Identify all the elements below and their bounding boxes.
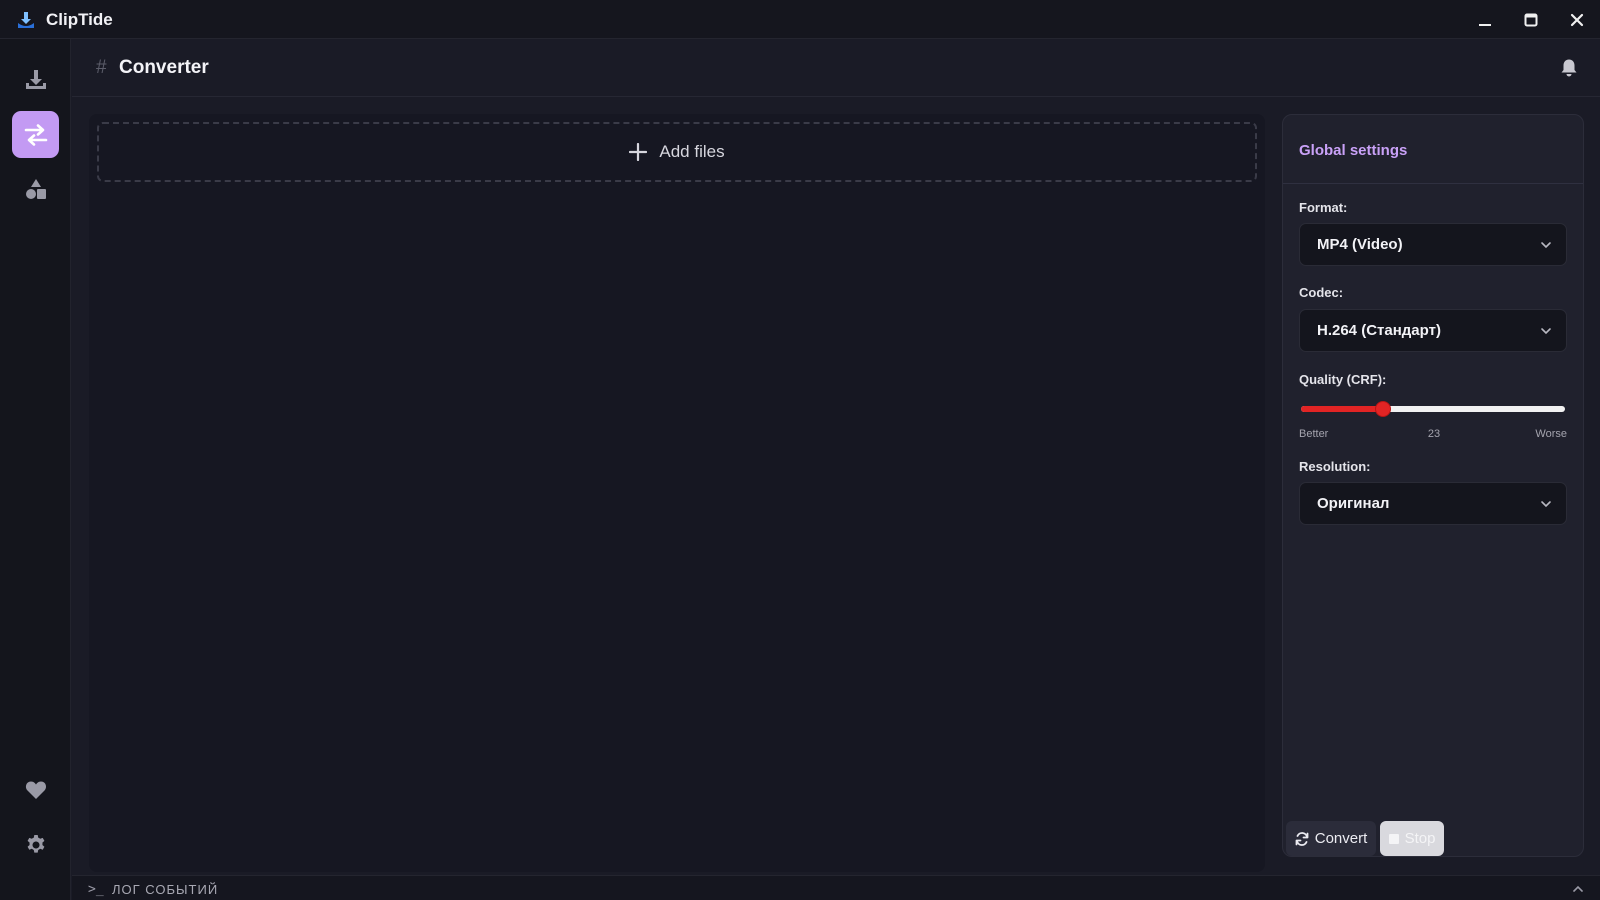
minimize-button[interactable] <box>1462 0 1508 39</box>
slider-fill <box>1301 406 1384 412</box>
chevron-down-icon <box>1541 501 1551 508</box>
format-select[interactable]: MP4 (Video) <box>1299 223 1567 266</box>
chevron-up-icon[interactable] <box>1572 883 1584 895</box>
resolution-label: Resolution: <box>1299 459 1371 474</box>
resolution-select[interactable]: Оригинал <box>1299 482 1567 525</box>
sidebar-item-support[interactable] <box>12 766 59 813</box>
plus-icon <box>629 143 648 161</box>
page-title: Converter <box>119 57 209 78</box>
close-icon <box>1570 13 1584 26</box>
chevron-down-icon <box>1541 328 1551 335</box>
quality-slider[interactable] <box>1301 401 1565 417</box>
event-log-label: ЛОГ СОБЫТИЙ <box>112 882 219 897</box>
sidebar-item-tools[interactable] <box>12 165 59 212</box>
convert-button[interactable]: Convert <box>1286 821 1376 856</box>
codec-label: Codec: <box>1299 285 1344 300</box>
convert-arrows-icon <box>24 123 47 146</box>
app-logo-icon <box>18 12 34 28</box>
heart-icon <box>25 781 46 799</box>
shapes-icon <box>25 178 46 199</box>
quality-max-label: Worse <box>1535 428 1567 440</box>
gear-icon <box>27 834 44 853</box>
quality-value: 23 <box>1427 428 1441 440</box>
hash-symbol: # <box>96 57 107 78</box>
bell-icon <box>1561 59 1577 77</box>
sidebar <box>0 39 71 900</box>
format-label: Format: <box>1299 200 1348 215</box>
quality-min-label: Better <box>1299 428 1329 440</box>
global-settings-panel: Global settings Format: MP4 (Video) Code… <box>1282 114 1584 857</box>
sidebar-item-converter[interactable] <box>12 111 59 158</box>
sidebar-item-downloads[interactable] <box>12 56 59 103</box>
title-bar: ClipTide <box>0 0 1600 39</box>
app-title: ClipTide <box>46 10 113 29</box>
add-files-label: Add files <box>659 142 725 161</box>
format-value: MP4 (Video) <box>1317 236 1403 253</box>
file-list-area: Add files <box>89 114 1265 872</box>
settings-title: Global settings <box>1299 142 1408 159</box>
stop-square-icon <box>1388 833 1399 844</box>
add-files-dropzone[interactable]: Add files <box>97 122 1257 182</box>
codec-value: H.264 (Стандарт) <box>1317 322 1441 339</box>
sidebar-item-settings[interactable] <box>12 821 59 868</box>
maximize-icon <box>1524 13 1538 26</box>
stop-label: Stop <box>1404 830 1436 847</box>
resolution-value: Оригинал <box>1317 495 1390 512</box>
stop-button[interactable]: Stop <box>1380 821 1444 856</box>
codec-select[interactable]: H.264 (Стандарт) <box>1299 309 1567 352</box>
minimize-icon <box>1479 23 1491 26</box>
settings-divider <box>1283 183 1583 184</box>
convert-label: Convert <box>1314 830 1368 847</box>
slider-handle[interactable] <box>1375 401 1392 417</box>
download-icon <box>25 69 46 89</box>
close-button[interactable] <box>1554 0 1600 39</box>
notifications-button[interactable] <box>1560 58 1578 83</box>
quality-label: Quality (CRF): <box>1299 372 1387 387</box>
maximize-button[interactable] <box>1508 0 1554 39</box>
terminal-icon: >_ <box>88 882 104 897</box>
page-header: # Converter <box>72 40 1600 97</box>
chevron-down-icon <box>1541 242 1551 249</box>
event-log-bar[interactable]: >_ ЛОГ СОБЫТИЙ <box>72 875 1600 900</box>
refresh-icon <box>1295 831 1309 846</box>
